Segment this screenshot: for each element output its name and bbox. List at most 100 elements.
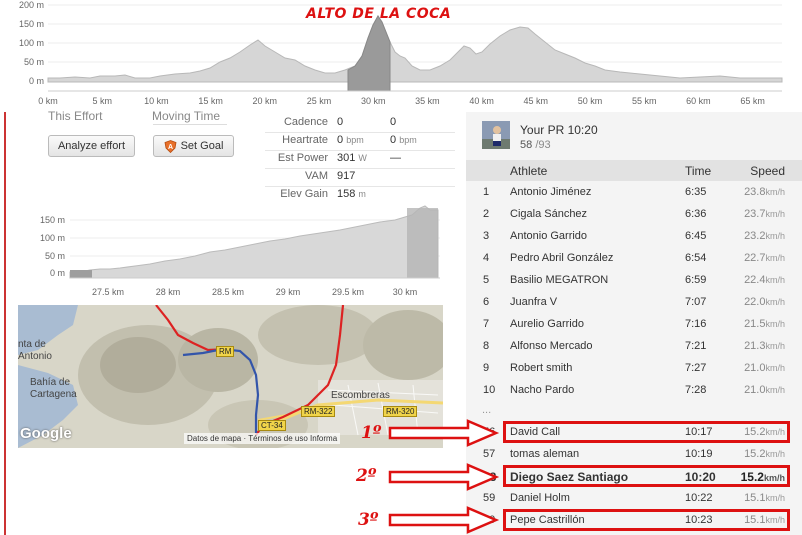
map-label-escombreras: Escombreras [331,390,390,401]
top-x-tick: 0 km [38,96,58,106]
row-athlete-name[interactable]: Aurelio Garrido [510,318,584,330]
left-red-border [4,112,6,535]
top-x-tick: 15 km [198,96,223,106]
stat-label: VAM [304,170,328,182]
table-row[interactable]: 3 Antonio Garrido 6:45 23.2km/h [466,225,802,247]
map-label-antonio: nta de [18,339,46,350]
analyze-effort-button[interactable]: Analyze effort [48,135,135,157]
seg-x-tick: 28 km [156,287,181,297]
leaderboard-header: Athlete Time Speed [466,160,802,181]
row-rank: 9 [483,362,490,374]
row-athlete-name[interactable]: Alfonso Mercado [510,340,593,352]
row-rank: 1 [483,186,490,198]
row-time: 6:36 [685,208,707,220]
top-y-tick: 0 m [29,76,44,86]
col-speed[interactable]: Speed [750,164,785,178]
highlight-box-second [503,465,790,487]
row-athlete-name[interactable]: Antonio Garrido [510,230,587,242]
this-effort-label: This Effort [48,109,103,123]
road-sign: RM-322 [301,406,336,417]
table-row[interactable]: 57 tomas aleman 10:19 15.2km/h [466,443,802,465]
svg-text:A: A [168,144,173,151]
row-speed: 23.8km/h [744,186,785,198]
stat-est-power: Est Power 301 W — [255,152,455,169]
row-rank: 3 [483,230,490,242]
row-time: 6:45 [685,230,707,242]
top-x-tick: 25 km [307,96,332,106]
row-speed: 21.5km/h [744,318,785,330]
leaderboard-ellipsis: ... [482,404,492,416]
stat-label: Cadence [283,116,328,128]
segment-start-marker [70,270,92,278]
top-x-tick: 50 km [578,96,603,106]
row-speed: 23.7km/h [744,208,785,220]
top-x-tick: 20 km [253,96,278,106]
stat-label: Est Power [277,152,328,164]
row-time: 10:22 [685,492,713,504]
highlight-box-first [503,421,790,443]
stat-value: 301 W [337,152,367,164]
seg-x-tick: 29 km [276,287,301,297]
table-row[interactable]: 2 Cigala Sánchez 6:36 23.7km/h [466,203,802,225]
col-time[interactable]: Time [685,164,711,178]
road-sign: CT-34 [258,420,286,431]
segment-elevation-chart: 150 m 100 m 50 m 0 m 27.5 km 28 km 28.5 … [40,205,440,297]
table-row[interactable]: 4 Pedro Abril González 6:54 22.7km/h [466,247,802,269]
row-time: 7:21 [685,340,707,352]
row-rank: 4 [483,252,490,264]
table-row[interactable]: 1 Antonio Jiménez 6:35 23.8km/h [466,181,802,203]
top-y-tick: 200 m [19,0,44,10]
road-sign: RM [216,346,235,357]
moving-time-underline [153,124,227,125]
set-goal-button[interactable]: A Set Goal [153,135,234,157]
row-athlete-name[interactable]: Juanfra V [510,296,557,308]
row-time: 7:27 [685,362,707,374]
row-athlete-name[interactable]: Pedro Abril González [510,252,613,264]
stat-heartrate: Heartrate 0 bpm 0 bpm [255,134,455,151]
row-speed: 22.4km/h [744,274,785,286]
row-time: 6:54 [685,252,707,264]
row-athlete-name[interactable]: Basilio MEGATRON [510,274,608,286]
map-footer-links[interactable]: Datos de mapa · Términos de uso Informa [184,433,341,444]
table-row[interactable]: 10 Nacho Pardo 7:28 21.0km/h [466,379,802,401]
row-rank: 6 [483,296,490,308]
segment-profile-area [69,205,439,279]
seg-y-tick: 0 m [50,268,65,278]
top-x-tick: 10 km [144,96,169,106]
row-time: 6:59 [685,274,707,286]
top-x-tick: 40 km [469,96,494,106]
route-profile-area [47,15,783,83]
row-athlete-name[interactable]: Cigala Sánchez [510,208,587,220]
table-row[interactable]: 8 Alfonso Mercado 7:21 21.3km/h [466,335,802,357]
row-athlete-name[interactable]: Robert smith [510,362,572,374]
row-speed: 15.2km/h [744,448,785,460]
segment-end-marker [407,208,438,278]
table-row[interactable]: 9 Robert smith 7:27 21.0km/h [466,357,802,379]
table-row[interactable]: 59 Daniel Holm 10:22 15.1km/h [466,487,802,509]
table-row[interactable]: 6 Juanfra V 7:07 22.0km/h [466,291,802,313]
top-x-tick: 65 km [740,96,765,106]
table-row[interactable]: 7 Aurelio Garrido 7:16 21.5km/h [466,313,802,335]
goal-shield-icon: A [164,139,177,153]
top-x-tick: 5 km [92,96,112,106]
highlight-box-third [503,509,790,531]
arrow-first-icon [388,419,500,447]
top-x-tick: 30 km [361,96,386,106]
stat-value: 0 bpm [390,134,417,146]
col-athlete[interactable]: Athlete [510,164,547,178]
full-route-elevation-chart: 200 m 150 m 100 m 50 m 0 m 0 km 5 km 10 km… [0,0,802,110]
row-speed: 23.2km/h [744,230,785,242]
stat-cadence: Cadence 0 0 [255,116,455,133]
row-athlete-name[interactable]: Nacho Pardo [510,384,574,396]
seg-x-tick: 29.5 km [332,287,364,297]
row-speed: 21.0km/h [744,384,785,396]
row-speed: 22.7km/h [744,252,785,264]
row-athlete-name[interactable]: Daniel Holm [510,492,570,504]
table-row[interactable]: 5 Basilio MEGATRON 6:59 22.4km/h [466,269,802,291]
top-x-tick: 45 km [524,96,549,106]
row-time: 6:35 [685,186,707,198]
row-speed: 15.1km/h [744,492,785,504]
row-athlete-name[interactable]: Antonio Jiménez [510,186,591,198]
map-label-antonio: Antonio [18,351,52,362]
row-athlete-name[interactable]: tomas aleman [510,448,579,460]
